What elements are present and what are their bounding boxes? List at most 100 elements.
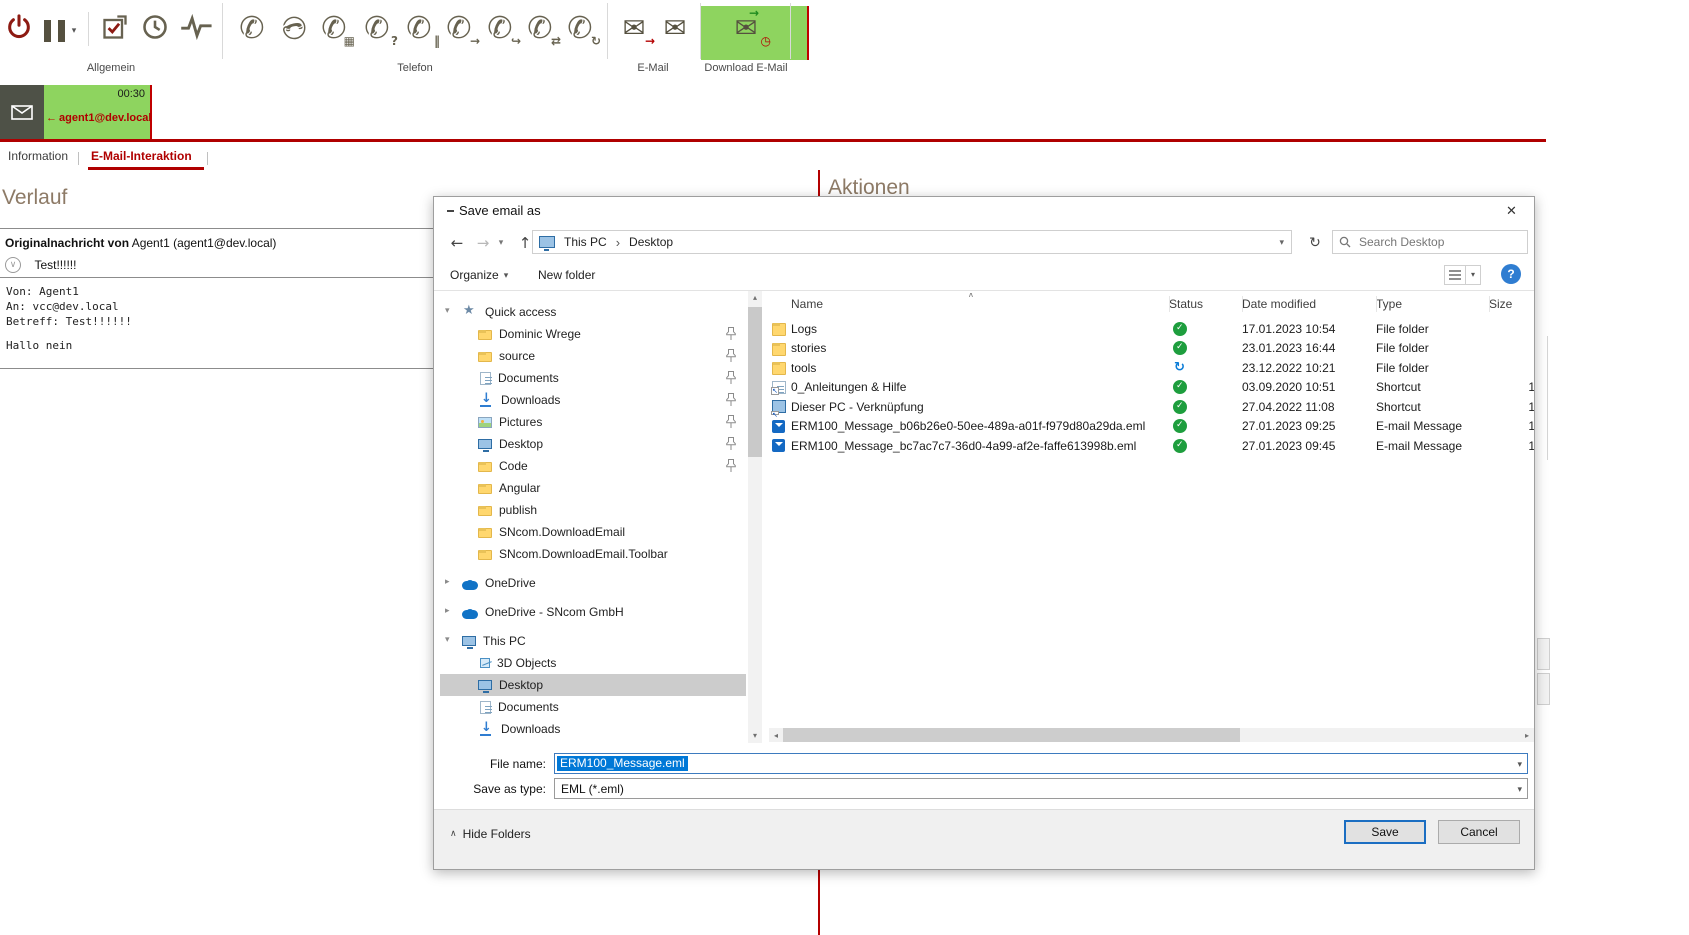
answer-call-button[interactable]: ✆: [234, 6, 270, 52]
save-type-select[interactable]: EML (*.eml) ▾: [554, 778, 1528, 799]
scrollbar-thumb[interactable]: [783, 728, 1240, 742]
consult-call-button[interactable]: ✆?: [359, 6, 395, 52]
view-dropdown-icon[interactable]: ▾: [1466, 265, 1481, 285]
tree-scrollbar[interactable]: ▴ ▾: [748, 291, 762, 743]
breadcrumb-dropdown-icon[interactable]: ▾: [1279, 237, 1284, 248]
close-button[interactable]: ✕: [1489, 197, 1534, 225]
tree-item-desktop-selected[interactable]: Desktop: [440, 674, 746, 696]
downloads-icon: [478, 393, 494, 407]
file-row-logs[interactable]: Logs 17.01.2023 10:54 File folder: [769, 319, 1534, 339]
tree-item-downloads-pc[interactable]: Downloads: [440, 718, 746, 740]
pause-button[interactable]: ▾: [40, 6, 80, 52]
tree-item-quick-access[interactable]: ▾ Quick access: [440, 301, 746, 323]
refresh-button[interactable]: ↻: [1302, 231, 1328, 255]
column-divider[interactable]: [1376, 296, 1377, 312]
email-session-tab[interactable]: 00:30 ←agent1@dev.local: [0, 85, 150, 139]
hang-up-button[interactable]: ✆: [275, 6, 311, 52]
cancel-button[interactable]: Cancel: [1438, 820, 1520, 844]
scroll-down-icon[interactable]: ▾: [748, 729, 762, 743]
column-header-size[interactable]: Size: [1489, 297, 1534, 311]
tree-item-downloads[interactable]: Downloads: [440, 389, 746, 411]
transfer-call-button[interactable]: ✆→: [441, 6, 477, 52]
scroll-up-icon[interactable]: ▴: [748, 291, 762, 305]
tree-item-this-pc[interactable]: ▾ This PC: [440, 630, 746, 652]
tab-information[interactable]: Information: [8, 149, 68, 163]
scroll-left-icon[interactable]: ◂: [769, 731, 783, 740]
tree-item-desktop[interactable]: Desktop: [440, 433, 746, 455]
organize-button[interactable]: Organize▾: [442, 264, 516, 286]
column-header-name[interactable]: Name: [791, 297, 1169, 311]
list-view-icon[interactable]: [1444, 265, 1466, 285]
swap-call-button[interactable]: ✆⇄: [522, 6, 558, 52]
scroll-right-icon[interactable]: ▸: [1520, 731, 1534, 740]
expand-message-icon[interactable]: ∨: [5, 257, 21, 273]
hold-call-button[interactable]: ✆‖: [401, 6, 437, 52]
column-divider[interactable]: [1489, 296, 1490, 312]
search-box[interactable]: [1332, 230, 1528, 254]
forward-button[interactable]: →: [472, 231, 494, 255]
breadcrumb[interactable]: This PC › Desktop ▾: [532, 230, 1292, 254]
column-header-status[interactable]: Status: [1169, 297, 1242, 311]
email-in-button[interactable]: ✉→: [616, 6, 652, 52]
tree-item-code[interactable]: Code: [440, 455, 746, 477]
tree-item-publish[interactable]: publish: [440, 499, 746, 521]
tree-item-documents[interactable]: Documents: [440, 367, 746, 389]
sync-ok-icon: [1173, 419, 1187, 433]
column-header-type[interactable]: Type: [1376, 297, 1489, 311]
file-date: 27.04.2022 11:08: [1242, 400, 1376, 414]
scrollbar-track[interactable]: [783, 728, 1520, 742]
tree-item-pictures[interactable]: Pictures: [440, 411, 746, 433]
new-folder-button[interactable]: New folder: [530, 264, 603, 286]
back-button[interactable]: ←: [446, 231, 468, 255]
help-button[interactable]: ?: [1501, 264, 1521, 284]
recent-locations-dropdown-icon[interactable]: ▾: [494, 231, 508, 255]
tree-item-angular[interactable]: Angular: [440, 477, 746, 499]
file-row-erm100-1[interactable]: ERM100_Message_b06b26e0-50ee-489a-a01f-f…: [769, 417, 1534, 437]
expand-caret-icon[interactable]: ▾: [445, 306, 450, 316]
email-out-button[interactable]: ✉→: [657, 6, 693, 52]
schedule-button[interactable]: [138, 6, 172, 52]
task-complete-button[interactable]: [98, 6, 132, 52]
power-button[interactable]: [2, 6, 36, 52]
file-row-anleitungen[interactable]: 0_Anleitungen & Hilfe 03.09.2020 10:51 S…: [769, 378, 1534, 398]
tree-item-sncom-downloademail[interactable]: SNcom.DownloadEmail: [440, 521, 746, 543]
tree-item-documents-pc[interactable]: Documents: [440, 696, 746, 718]
file-row-dieser-pc[interactable]: Dieser PC - Verknüpfung 27.04.2022 11:08…: [769, 397, 1534, 417]
tree-item-sncom-downloademail-toolbar[interactable]: SNcom.DownloadEmail.Toolbar: [440, 543, 746, 565]
tree-item-3d-objects[interactable]: 3D Objects: [440, 652, 746, 674]
save-button[interactable]: Save: [1344, 820, 1426, 844]
collapse-caret-icon[interactable]: ▸: [445, 606, 450, 616]
save-type-dropdown-icon[interactable]: ▾: [1517, 784, 1522, 795]
tree-item-onedrive-sncom[interactable]: ▸ OneDrive - SNcom GmbH: [440, 601, 746, 623]
file-row-tools[interactable]: tools 23.12.2022 10:21 File folder: [769, 358, 1534, 378]
tree-item-source[interactable]: source: [440, 345, 746, 367]
file-list-horizontal-scrollbar[interactable]: ◂ ▸: [769, 728, 1534, 742]
tree-item-onedrive[interactable]: ▸ OneDrive: [440, 572, 746, 594]
redirect-call-button[interactable]: ✆↪: [482, 6, 518, 52]
column-divider[interactable]: [1169, 296, 1170, 312]
file-row-stories[interactable]: stories 23.01.2023 16:44 File folder: [769, 339, 1534, 359]
column-header-date-modified[interactable]: Date modified: [1242, 297, 1376, 311]
breadcrumb-this-pc[interactable]: This PC: [564, 235, 607, 249]
collapse-caret-icon[interactable]: ▸: [445, 577, 450, 587]
file-name-input[interactable]: ERM100_Message.eml ▾: [554, 753, 1528, 774]
email-session-icon-box: [0, 85, 44, 139]
activity-button[interactable]: [176, 6, 218, 52]
column-divider[interactable]: [1242, 296, 1243, 312]
tree-scrollbar-thumb[interactable]: [748, 307, 762, 457]
file-row-erm100-2[interactable]: ERM100_Message_bc7ac7c7-36d0-4a99-af2e-f…: [769, 436, 1534, 456]
change-view-control[interactable]: ▾: [1444, 265, 1481, 285]
desktop-icon: [478, 680, 492, 690]
tree-item-dominic-wrege[interactable]: Dominic Wrege: [440, 323, 746, 345]
dialog-titlebar[interactable]: Save email as ✕: [434, 197, 1534, 225]
file-name-dropdown-icon[interactable]: ▾: [1517, 759, 1522, 770]
download-email-button[interactable]: ✉◷: [724, 6, 768, 52]
expand-caret-icon[interactable]: ▾: [445, 635, 450, 645]
callback-button[interactable]: ✆↻: [562, 6, 598, 52]
message-subject-row[interactable]: ∨ Test!!!!!!: [5, 256, 76, 274]
search-input[interactable]: [1357, 234, 1521, 250]
tab-email-interaktion[interactable]: E-Mail-Interaktion: [91, 149, 192, 163]
breadcrumb-desktop[interactable]: Desktop: [629, 235, 673, 249]
dialpad-call-button[interactable]: ✆▦: [316, 6, 352, 52]
hide-folders-button[interactable]: ∧ Hide Folders: [444, 826, 537, 842]
